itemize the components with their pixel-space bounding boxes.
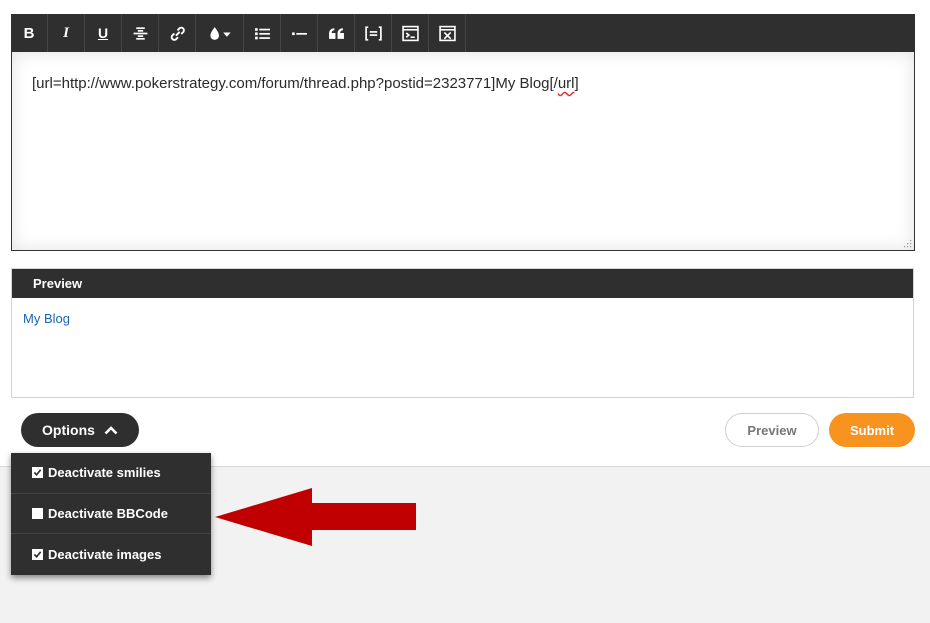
checkbox-checked[interactable]: [32, 548, 43, 560]
options-menu: Deactivate smilies Deactivate BBCode Dea…: [11, 453, 211, 575]
italic-button[interactable]: I: [48, 14, 85, 52]
option-deactivate-images[interactable]: Deactivate images: [11, 534, 211, 575]
preview-link[interactable]: My Blog: [23, 311, 70, 326]
option-deactivate-smilies[interactable]: Deactivate smilies: [11, 453, 211, 494]
strikethrough-icon: [133, 26, 147, 40]
remove-format-button[interactable]: [429, 14, 466, 52]
option-label: Deactivate BBCode: [48, 505, 168, 521]
options-button[interactable]: Options: [21, 413, 139, 447]
list-item-button[interactable]: [281, 14, 318, 52]
resize-grip-icon[interactable]: [902, 238, 912, 248]
checkbox-checked[interactable]: [32, 467, 43, 479]
chevron-up-icon: [104, 426, 118, 435]
quote-icon: [328, 27, 344, 39]
text-color-button[interactable]: [196, 14, 244, 52]
list-item-icon: [291, 31, 307, 35]
link-icon: [170, 26, 185, 41]
terminal-button[interactable]: [392, 14, 429, 52]
editor-toolbar: B I U: [11, 14, 915, 52]
misspelled-word: url: [557, 75, 575, 92]
preview-header: Preview: [12, 269, 913, 298]
option-label: Deactivate images: [48, 546, 162, 562]
option-label: Deactivate smilies: [48, 465, 161, 481]
annotation-arrow-icon: [215, 488, 416, 546]
bold-button[interactable]: B: [11, 14, 48, 52]
options-label: Options: [42, 422, 95, 438]
underline-button[interactable]: U: [85, 14, 122, 52]
message-editor[interactable]: [url=http://www.pokerstrategy.com/forum/…: [11, 52, 915, 251]
bulleted-list-icon: [254, 27, 270, 39]
link-button[interactable]: [159, 14, 196, 52]
code-button[interactable]: [355, 14, 392, 52]
preview-button[interactable]: Preview: [725, 413, 819, 447]
submit-button[interactable]: Submit: [829, 413, 915, 447]
checkmark-icon: [33, 469, 42, 477]
terminal-icon: [401, 25, 419, 41]
editor-content[interactable]: [url=http://www.pokerstrategy.com/forum/…: [32, 75, 579, 92]
quote-button[interactable]: [318, 14, 355, 52]
strikethrough-button[interactable]: [122, 14, 159, 52]
option-deactivate-bbcode[interactable]: Deactivate BBCode: [11, 494, 211, 535]
remove-format-icon: [438, 25, 456, 41]
underline-icon: U: [97, 25, 109, 41]
color-drop-icon: [209, 26, 231, 40]
bold-icon: B: [23, 24, 35, 42]
checkmark-icon: [33, 551, 42, 558]
preview-panel: Preview My Blog: [11, 268, 914, 398]
checkbox-unchecked[interactable]: [32, 507, 43, 519]
italic-icon: I: [63, 24, 69, 41]
bulleted-list-button[interactable]: [244, 14, 281, 52]
code-icon: [364, 25, 382, 41]
